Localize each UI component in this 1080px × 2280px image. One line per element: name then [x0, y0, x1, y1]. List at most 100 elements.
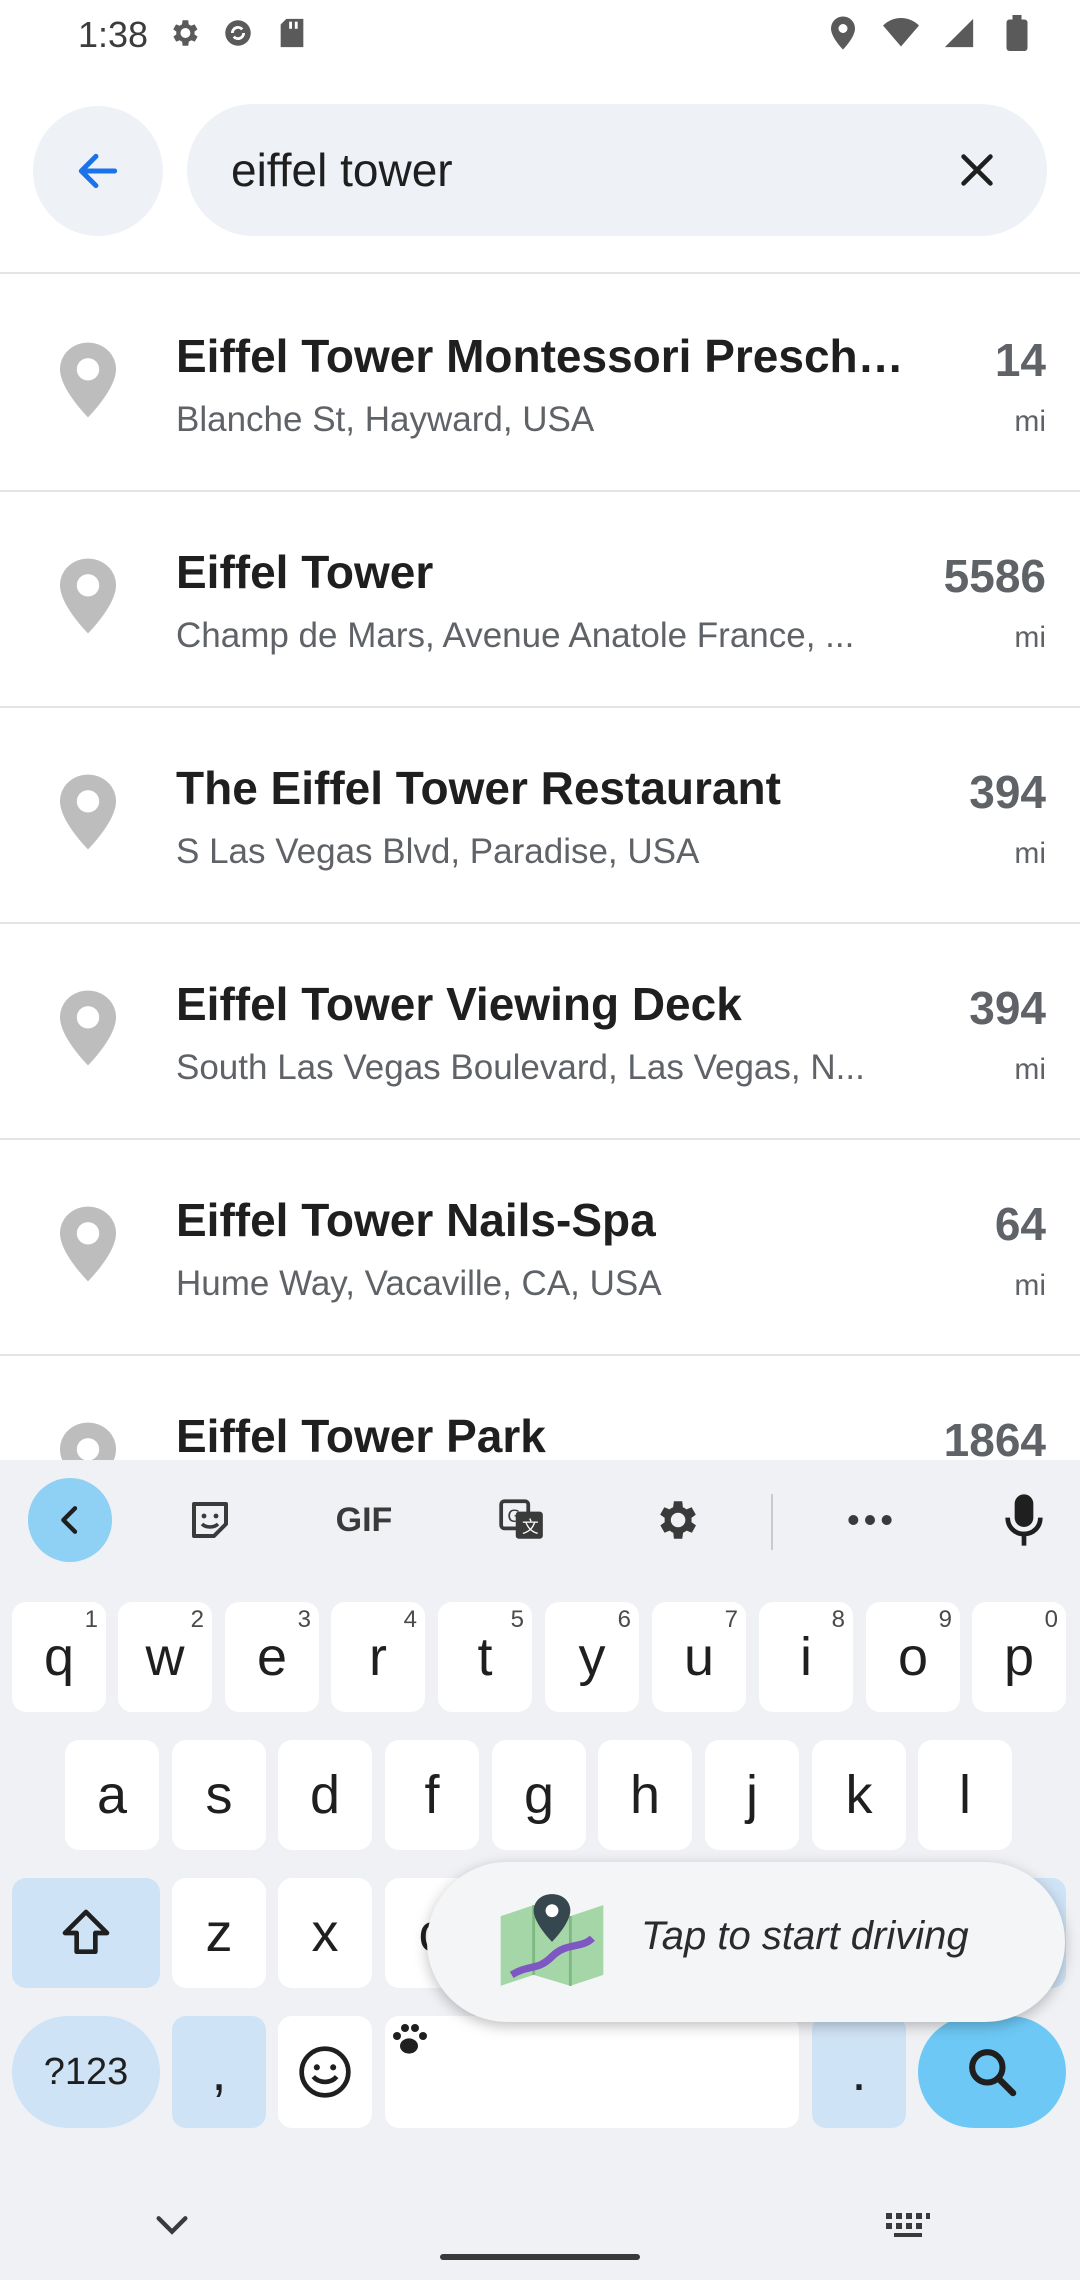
- list-item[interactable]: Eiffel Tower Park 1864: [0, 1356, 1080, 1460]
- gif-button[interactable]: GIF: [322, 1478, 406, 1562]
- wifi-icon: [882, 14, 920, 52]
- key-hint: 2: [190, 1606, 204, 1633]
- key-o[interactable]: o9: [866, 1602, 960, 1712]
- key-h[interactable]: h: [598, 1740, 692, 1850]
- place-pin-icon: [60, 774, 116, 850]
- clear-button[interactable]: [937, 130, 1017, 210]
- gif-label: GIF: [335, 1500, 393, 1539]
- microphone-icon: [1005, 1494, 1043, 1546]
- result-text: Eiffel Tower Park: [176, 1408, 921, 1460]
- more-button[interactable]: [828, 1478, 912, 1562]
- sd-card-icon: [273, 14, 311, 52]
- key-l[interactable]: l: [918, 1740, 1012, 1850]
- voice-input-button[interactable]: [982, 1478, 1066, 1562]
- distance-unit: mi: [1014, 1269, 1046, 1302]
- hide-keyboard-chevron-icon[interactable]: [152, 2210, 192, 2240]
- space-key[interactable]: [385, 2016, 799, 2128]
- key-label: o: [897, 1627, 929, 1687]
- sticker-button[interactable]: [168, 1478, 252, 1562]
- result-text: Eiffel Tower Nails-Spa Hume Way, Vacavil…: [176, 1192, 921, 1308]
- search-input[interactable]: [231, 134, 911, 206]
- key-hint: 8: [831, 1606, 845, 1633]
- result-text: Eiffel Tower Viewing Deck South Las Vega…: [176, 976, 921, 1092]
- place-pin-icon: [60, 1422, 116, 1460]
- symbols-key[interactable]: ?123: [12, 2016, 160, 2128]
- toolbar-divider: [771, 1494, 773, 1550]
- status-bar: 1:38: [0, 0, 1080, 70]
- key-i[interactable]: i8: [759, 1602, 853, 1712]
- list-item[interactable]: Eiffel Tower Montessori Prescho... Blanc…: [0, 276, 1080, 492]
- location-icon: [824, 14, 862, 52]
- settings-button[interactable]: [634, 1478, 718, 1562]
- home-indicator[interactable]: [440, 2254, 640, 2260]
- list-item[interactable]: Eiffel Tower Champ de Mars, Avenue Anato…: [0, 492, 1080, 708]
- key-s[interactable]: s: [172, 1740, 266, 1850]
- key-hint: 4: [403, 1606, 417, 1633]
- search-bar[interactable]: [187, 104, 1047, 236]
- shift-key[interactable]: [12, 1878, 160, 1988]
- emoji-key[interactable]: [278, 2016, 372, 2128]
- gear-icon: [660, 1501, 696, 1539]
- search-header: [0, 70, 1080, 274]
- result-address: Blanche St, Hayward, USA: [176, 400, 595, 439]
- distance-value: 64: [994, 1198, 1046, 1250]
- key-label: r: [369, 1627, 387, 1687]
- comma-key[interactable]: ,: [172, 2016, 266, 2128]
- distance-unit: mi: [1014, 1053, 1046, 1086]
- key-y[interactable]: y6: [545, 1602, 639, 1712]
- result-title: Eiffel Tower Montessori Prescho...: [176, 330, 921, 382]
- svg-text:文: 文: [522, 1518, 539, 1537]
- back-button[interactable]: [33, 106, 163, 236]
- key-e[interactable]: e3: [225, 1602, 319, 1712]
- key-r[interactable]: r4: [331, 1602, 425, 1712]
- map-icon: [500, 1894, 604, 1986]
- search-key[interactable]: [918, 2016, 1066, 2128]
- key-d[interactable]: d: [278, 1740, 372, 1850]
- paw-icon: [393, 2024, 427, 2054]
- key-hint: 3: [297, 1606, 311, 1633]
- distance-value: 14: [994, 334, 1046, 386]
- key-j[interactable]: j: [705, 1740, 799, 1850]
- start-driving-popup[interactable]: Tap to start driving: [427, 1862, 1065, 2022]
- list-item[interactable]: The Eiffel Tower Restaurant S Las Vegas …: [0, 708, 1080, 924]
- distance-value: 1864: [943, 1414, 1046, 1460]
- key-label: u: [683, 1627, 715, 1687]
- status-left-icons: [165, 14, 311, 52]
- list-item[interactable]: Eiffel Tower Viewing Deck South Las Vega…: [0, 924, 1080, 1140]
- settings-gear-icon: [165, 14, 203, 52]
- key-t[interactable]: t5: [438, 1602, 532, 1712]
- shift-arrow-icon: [62, 1909, 110, 1954]
- key-w[interactable]: w2: [118, 1602, 212, 1712]
- key-k[interactable]: k: [812, 1740, 906, 1850]
- key-x[interactable]: x: [278, 1878, 372, 1988]
- key-u[interactable]: u7: [652, 1602, 746, 1712]
- translate-button[interactable]: G文: [480, 1478, 564, 1562]
- key-label: w: [145, 1627, 185, 1687]
- key-a[interactable]: a: [65, 1740, 159, 1850]
- result-title: Eiffel Tower Nails-Spa: [176, 1194, 656, 1246]
- key-p[interactable]: p0: [972, 1602, 1066, 1712]
- key-z[interactable]: z: [172, 1878, 266, 1988]
- distance-unit: mi: [1014, 621, 1046, 654]
- search-icon: [969, 2049, 1017, 2097]
- toolbar-collapse-button[interactable]: [28, 1478, 112, 1562]
- result-distance: 64 mi: [995, 1196, 1046, 1306]
- list-item[interactable]: Eiffel Tower Nails-Spa Hume Way, Vacavil…: [0, 1140, 1080, 1356]
- arrow-left-icon: [78, 153, 118, 189]
- status-time: 1:38: [78, 14, 149, 55]
- keyboard-switch-icon[interactable]: [884, 2210, 932, 2240]
- key-q[interactable]: q1: [12, 1602, 106, 1712]
- result-title: The Eiffel Tower Restaurant: [176, 762, 781, 814]
- result-address: S Las Vegas Blvd, Paradise, USA: [176, 832, 700, 871]
- place-pin-icon: [60, 990, 116, 1066]
- key-g[interactable]: g: [492, 1740, 586, 1850]
- result-text: The Eiffel Tower Restaurant S Las Vegas …: [176, 760, 921, 876]
- distance-unit: mi: [1014, 405, 1046, 438]
- key-label: y: [578, 1627, 606, 1687]
- key-label: q: [43, 1627, 75, 1687]
- key-hint: 0: [1044, 1606, 1058, 1633]
- result-distance: 394 mi: [969, 980, 1046, 1090]
- key-f[interactable]: f: [385, 1740, 479, 1850]
- period-key[interactable]: .: [812, 2016, 906, 2128]
- result-address: South Las Vegas Boulevard, Las Vegas, N.…: [176, 1048, 865, 1087]
